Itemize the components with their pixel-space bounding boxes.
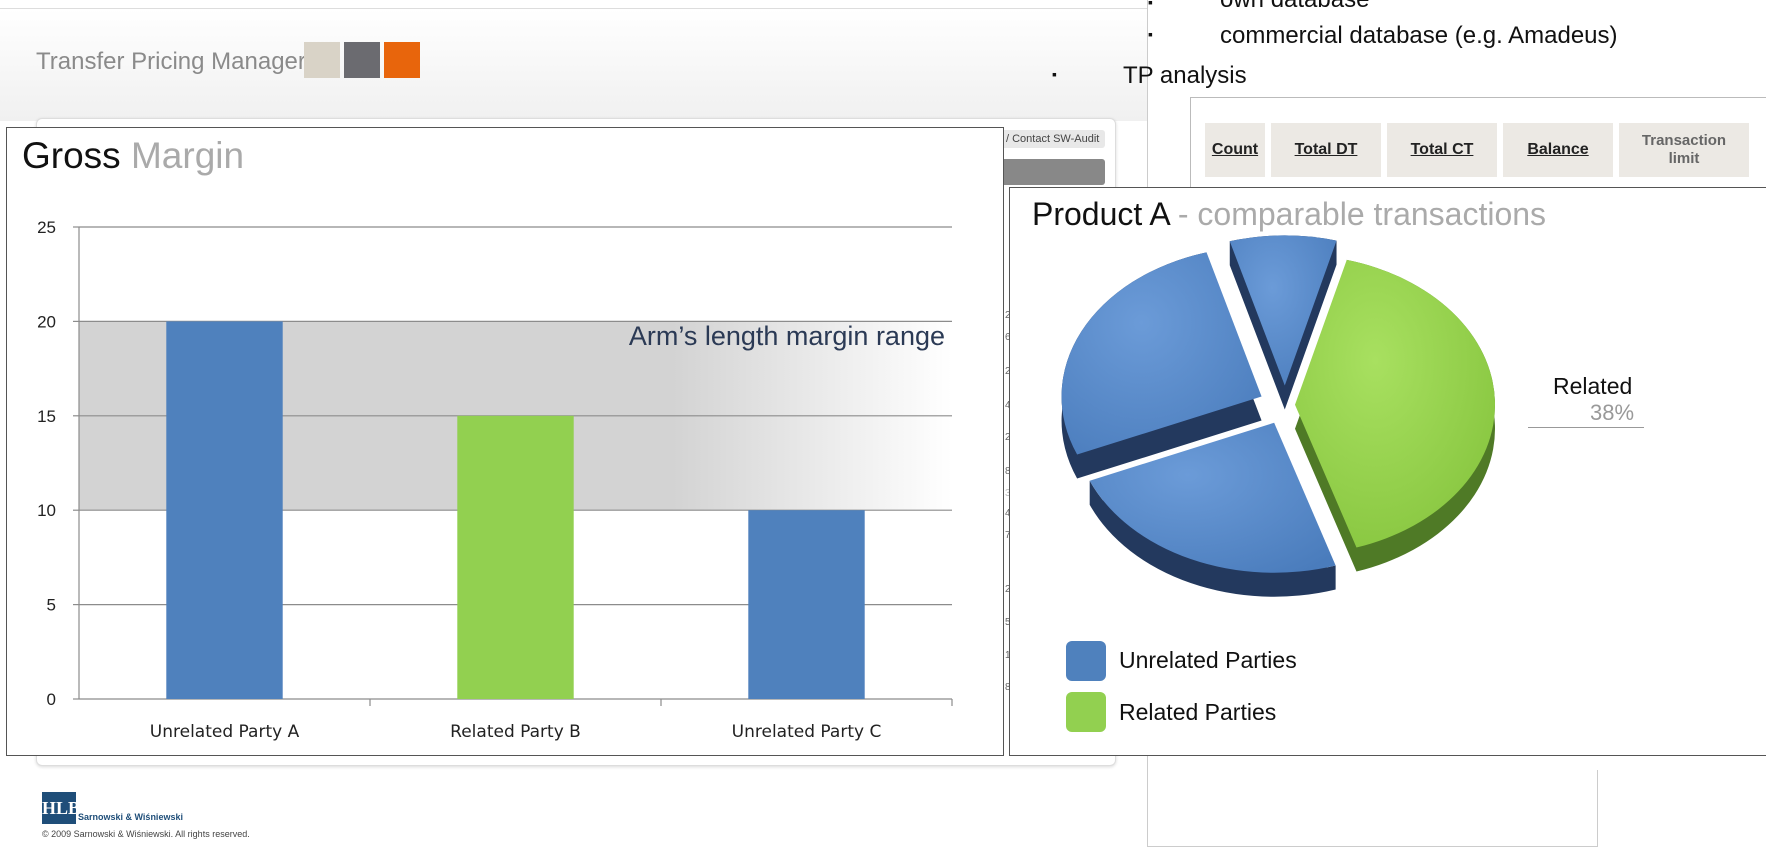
bullet-marker: ▪ — [1148, 26, 1153, 42]
app-title: Transfer Pricing Manager — [36, 48, 306, 75]
bullet-marker: ▪ — [1148, 0, 1153, 10]
contact-link[interactable]: / Contact SW-Audit — [1000, 130, 1106, 148]
logo-square-1 — [304, 42, 340, 78]
y-tick-label: 20 — [37, 312, 56, 331]
bar-unrelated-party-a — [166, 321, 283, 699]
bar-unrelated-party-c — [748, 510, 865, 699]
table-header-total-ct[interactable]: Total CT — [1387, 123, 1497, 177]
pie-callout-line — [1528, 427, 1644, 428]
y-tick-label: 25 — [37, 218, 56, 237]
pie-callout-percent: 38% — [1590, 400, 1635, 425]
table-header-total-dt[interactable]: Total DT — [1271, 123, 1381, 177]
bullet-item: TP analysis — [1123, 62, 1247, 89]
toolbar-bar — [995, 159, 1105, 185]
bullet-slide-bottom — [1147, 770, 1598, 847]
logo-square-3 — [384, 42, 420, 78]
app-logo — [304, 42, 424, 78]
footer-brand: Sarnowski & Wiśniewski — [78, 812, 183, 822]
x-tick-label: Related Party B — [450, 722, 581, 742]
footer-copyright: © 2009 Sarnowski & Wiśniewski. All right… — [42, 829, 250, 839]
x-tick-label: Unrelated Party A — [150, 722, 300, 742]
y-tick-label: 5 — [47, 596, 56, 615]
table-header-balance[interactable]: Balance — [1503, 123, 1613, 177]
pie-callout-label: Related — [1553, 373, 1633, 399]
y-tick-label: 15 — [37, 407, 56, 426]
legend-label-related: Related Parties — [1119, 699, 1277, 725]
y-tick-label: 10 — [37, 501, 56, 520]
bullet-item: commercial database (e.g. Amadeus) — [1220, 22, 1618, 49]
table-header-transaction-limit: Transaction limit — [1619, 123, 1749, 177]
gross-margin-chart: 0 5 10 15 20 25 Unrelated Party A Related Part… — [37, 218, 953, 742]
logo-square-2 — [344, 42, 380, 78]
bar-related-party-b — [457, 415, 574, 699]
legend-swatch-related — [1066, 692, 1106, 732]
bullet-marker: ▪ — [1052, 66, 1057, 82]
pie-slices — [1061, 235, 1495, 597]
x-tick-label: Unrelated Party C — [732, 722, 882, 742]
y-tick-label: 0 — [47, 690, 56, 709]
hlb-logo: HLB — [42, 792, 80, 824]
band-label: Arm’s length margin range — [629, 321, 945, 351]
table-header-count[interactable]: Count — [1205, 123, 1265, 177]
bullet-item: own database — [1220, 0, 1369, 14]
legend-label-unrelated: Unrelated Parties — [1119, 647, 1297, 673]
legend-swatch-unrelated — [1066, 641, 1106, 681]
